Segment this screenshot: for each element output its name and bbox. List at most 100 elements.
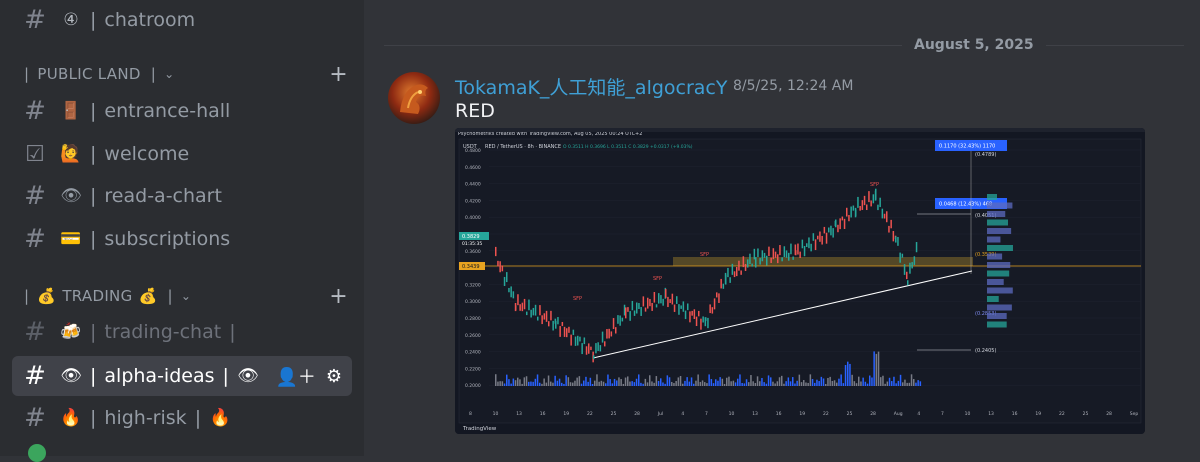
candle xyxy=(649,298,651,307)
chart-image-embed[interactable]: Psychometriks created with TradingView.c… xyxy=(455,128,1145,434)
candle xyxy=(601,331,604,343)
add-member-icon[interactable]: 👤＋ xyxy=(275,363,315,389)
candle xyxy=(841,216,844,221)
channel-alpha-ideas[interactable]: # 👁 | alpha-ideas | 👁 👤＋ ⚙ xyxy=(12,356,352,396)
chevron-down-icon[interactable]: ⌄ xyxy=(181,289,191,303)
candle xyxy=(593,355,595,360)
volume-bar xyxy=(794,383,796,386)
candle xyxy=(803,245,806,257)
volume-bar xyxy=(902,382,904,386)
candle xyxy=(702,316,704,323)
volume-bar xyxy=(677,377,680,386)
channel-hash-icon: # xyxy=(24,5,46,35)
volume-bar xyxy=(550,381,552,386)
category-public-land[interactable]: | PUBLIC LAND | ⌄ + xyxy=(18,62,348,87)
candle xyxy=(669,299,671,303)
volume-bar xyxy=(554,375,556,386)
y-tick-label: 0.4400 xyxy=(465,182,481,188)
candle xyxy=(583,337,586,345)
volume-bar xyxy=(849,363,851,386)
x-tick-label: 25 xyxy=(611,411,617,417)
profile-bar xyxy=(987,321,1007,328)
candle xyxy=(684,310,687,320)
x-tick-label: 16 xyxy=(540,411,546,417)
channel-name: entrance-hall xyxy=(104,100,231,122)
candle xyxy=(747,259,749,268)
message-author[interactable]: TokamaK_人工知能_algocracY xyxy=(455,73,728,100)
profile-bar xyxy=(987,228,1012,234)
candle xyxy=(627,307,629,312)
volume-bar xyxy=(871,377,873,386)
volume-bar xyxy=(844,365,847,386)
volume-bar xyxy=(789,381,792,386)
y-tick-label: 0.4600 xyxy=(465,165,481,171)
fire-icon: 🔥 xyxy=(60,408,82,428)
channel-subscriptions[interactable]: # 💳 | subscriptions xyxy=(12,219,352,259)
channel-read-a-chart[interactable]: # 👁 | read-a-chart xyxy=(12,176,352,216)
avatar[interactable] xyxy=(388,72,440,124)
volume-bar xyxy=(774,383,776,386)
volume-bar xyxy=(506,374,508,386)
candle xyxy=(830,225,832,236)
volume-bar xyxy=(512,378,515,386)
separator: | xyxy=(167,287,173,305)
channel-name: welcome xyxy=(104,143,190,165)
volume-bar xyxy=(547,375,550,386)
volume-bar xyxy=(915,382,917,386)
volume-bar xyxy=(585,376,587,386)
x-tick-label: 28 xyxy=(634,411,640,417)
message-timestamp[interactable]: 8/5/25, 12:24 AM xyxy=(733,78,853,94)
volume-bar xyxy=(591,383,594,386)
volume-bar xyxy=(642,383,644,386)
candle xyxy=(825,232,828,244)
add-channel-icon[interactable]: + xyxy=(329,62,348,87)
candle xyxy=(651,302,653,311)
category-trading[interactable]: | 💰 TRADING 💰 | ⌄ + xyxy=(18,284,348,309)
volume-bar xyxy=(723,383,726,386)
volume-bar xyxy=(748,382,750,386)
add-channel-icon[interactable]: + xyxy=(329,284,348,309)
candle xyxy=(506,272,508,283)
channel-high-risk[interactable]: # 🔥 | high-risk | 🔥 xyxy=(12,398,352,438)
volume-bar xyxy=(833,380,836,386)
eye-icon: 👁 xyxy=(60,186,82,206)
separator: | xyxy=(90,407,97,429)
channel-entrance-hall[interactable]: # 🚪 | entrance-hall xyxy=(12,91,352,131)
volume-bar xyxy=(541,383,543,386)
candle xyxy=(843,218,846,229)
candle xyxy=(727,267,729,278)
candle xyxy=(532,307,535,316)
eye-icon: 👁 xyxy=(60,366,82,386)
candle xyxy=(801,239,804,249)
volume-bar xyxy=(514,380,517,386)
candle xyxy=(581,343,583,355)
volume-bar xyxy=(754,382,757,386)
volume-bar xyxy=(836,382,838,386)
candle xyxy=(517,294,519,306)
channel-trading-chat[interactable]: # 🍻 | trading-chat | xyxy=(12,312,352,352)
channel-hash-icon: # xyxy=(24,224,46,254)
volume-bar xyxy=(651,381,653,386)
chevron-down-icon[interactable]: ⌄ xyxy=(164,67,174,81)
gear-icon[interactable]: ⚙ xyxy=(326,366,342,387)
channel-welcome[interactable]: ☑ 🙋 | welcome xyxy=(12,134,352,174)
volume-bar xyxy=(882,375,884,386)
channel-name: trading-chat xyxy=(104,321,222,343)
candle xyxy=(907,280,909,286)
candle xyxy=(566,328,568,338)
volume-bar xyxy=(580,383,583,386)
candle xyxy=(510,286,512,298)
candle xyxy=(572,329,575,336)
volume-bar xyxy=(649,375,651,386)
volume-bar xyxy=(596,374,598,386)
channel-chatroom[interactable]: # ④ | chatroom xyxy=(12,0,352,40)
volume-bar xyxy=(866,383,869,386)
candle xyxy=(868,191,870,203)
volume-bar xyxy=(855,383,858,386)
volume-bar xyxy=(525,376,528,386)
candle xyxy=(526,311,528,316)
volume-bar xyxy=(635,378,638,386)
volume-bar xyxy=(519,379,521,386)
candle xyxy=(859,205,861,211)
candle xyxy=(722,283,725,289)
